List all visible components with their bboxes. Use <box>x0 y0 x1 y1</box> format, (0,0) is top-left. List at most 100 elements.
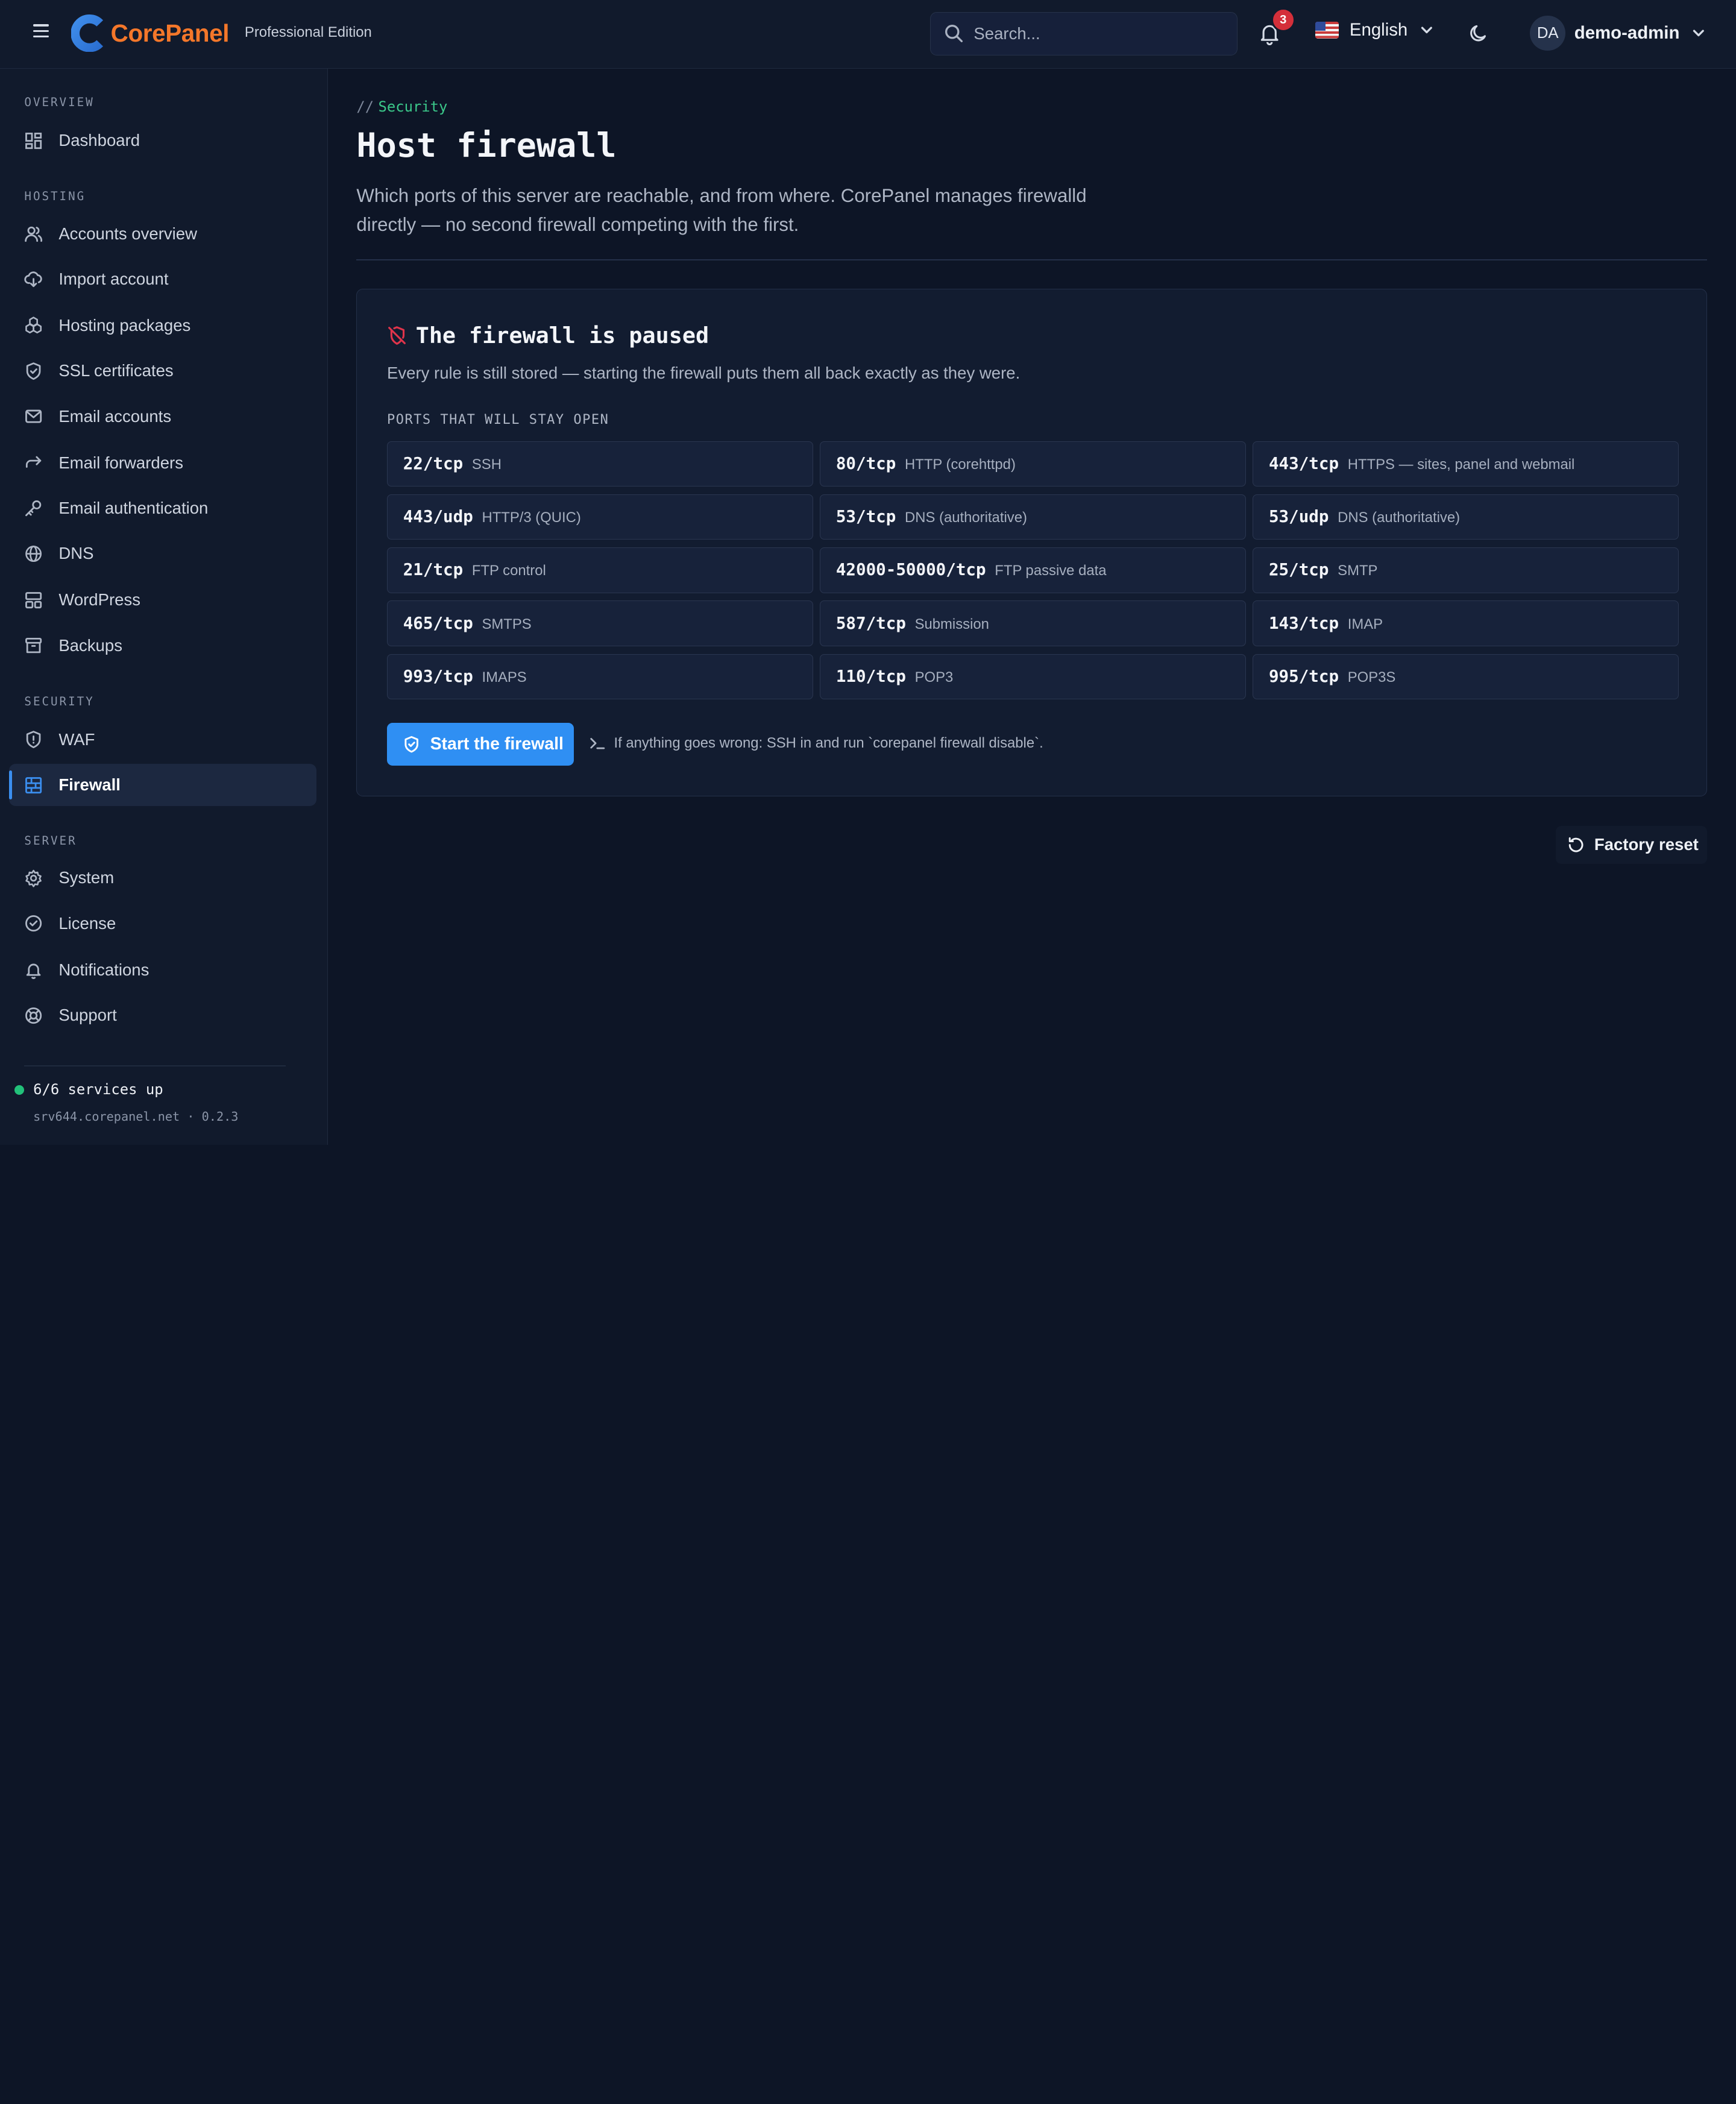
language-selector[interactable]: English <box>1315 20 1434 40</box>
port-service: Submission <box>914 616 989 632</box>
brand-name: CorePanel <box>110 19 230 47</box>
rotate-ccw-icon <box>1568 837 1583 852</box>
life-buoy-icon <box>25 1007 42 1024</box>
archive-icon <box>25 638 42 654</box>
gear-icon <box>25 869 42 887</box>
sidebar-item-notifications[interactable]: Notifications <box>9 949 317 991</box>
globe-icon <box>25 545 42 562</box>
layout-icon <box>25 591 42 608</box>
sidebar-item-support[interactable]: Support <box>9 994 317 1036</box>
sidebar-item-import-account[interactable]: Import account <box>9 258 317 300</box>
port-service: DNS (authoritative) <box>1338 509 1461 526</box>
sidebar-item-label: Email forwarders <box>58 453 183 472</box>
port-number: 53/tcp <box>835 507 896 527</box>
breadcrumb: //Security <box>356 98 447 115</box>
start-firewall-label: Start the firewall <box>430 734 564 754</box>
port-service: POP3S <box>1347 669 1396 685</box>
shield-check-icon <box>27 362 41 380</box>
sidebar-item-label: Email authentication <box>58 499 209 518</box>
factory-reset-button[interactable]: Factory reset <box>1555 826 1708 864</box>
moon-icon[interactable] <box>1468 22 1490 45</box>
sidebar-item-license[interactable]: License <box>9 902 317 945</box>
port-item: 22/tcp SSH <box>386 441 814 487</box>
sidebar-item-label: Support <box>58 1006 117 1025</box>
port-service: IMAPS <box>482 669 527 685</box>
sidebar-item-label: Firewall <box>58 775 121 795</box>
dashboard-icon <box>25 132 42 149</box>
port-service: HTTPS — sites, panel and webmail <box>1347 456 1575 473</box>
card-header: The firewall is paused <box>387 323 709 348</box>
sidebar-item-label: WAF <box>58 729 95 749</box>
sidebar-item-waf[interactable]: WAF <box>9 719 317 761</box>
cloud-download-icon <box>24 271 43 288</box>
port-item: 465/tcp SMTPS <box>386 600 814 646</box>
users-icon <box>25 226 43 242</box>
language-label: English <box>1349 20 1408 40</box>
sidebar-item-dns[interactable]: DNS <box>9 532 317 575</box>
port-service: SSH <box>471 456 502 473</box>
breadcrumb-section[interactable]: Security <box>378 98 447 115</box>
port-number: 587/tcp <box>835 613 906 633</box>
port-service: SMTPS <box>482 616 532 632</box>
search-input[interactable] <box>973 24 1218 44</box>
page-title: Host firewall <box>356 126 617 165</box>
sidebar-item-dashboard[interactable]: Dashboard <box>9 119 317 162</box>
edition-label: Professional Edition <box>244 24 372 41</box>
port-number: 465/tcp <box>403 613 473 633</box>
port-number: 993/tcp <box>403 666 473 686</box>
sidebar-item-firewall[interactable]: Firewall <box>8 764 317 807</box>
sidebar-item-wordpress[interactable]: WordPress <box>9 579 317 622</box>
sidebar-item-system[interactable]: System <box>9 857 317 899</box>
notification-count-badge: 3 <box>1271 7 1295 33</box>
sidebar-item-email-authentication[interactable]: Email authentication <box>9 487 317 529</box>
logo[interactable]: CorePanel <box>71 14 230 52</box>
port-service: POP3 <box>914 669 954 685</box>
port-number: 25/tcp <box>1268 560 1329 580</box>
mail-icon <box>25 409 42 423</box>
menu-icon[interactable] <box>29 21 53 45</box>
port-item: 42000-50000/tcp FTP passive data <box>820 547 1247 593</box>
start-firewall-button[interactable]: Start the firewall <box>386 722 574 766</box>
search-icon <box>945 25 963 43</box>
sidebar-item-ssl-certificates[interactable]: SSL certificates <box>9 350 317 392</box>
port-number: 443/tcp <box>1268 454 1339 474</box>
sidebar-item-label: Backups <box>58 635 122 655</box>
port-item: 21/tcp FTP control <box>386 547 814 593</box>
sidebar-item-backups[interactable]: Backups <box>9 625 317 667</box>
port-service: SMTP <box>1338 562 1378 579</box>
header-divider <box>356 259 1708 260</box>
ports-grid: 22/tcp SSH 80/tcp HTTP (corehttpd) 443/tcp… <box>386 441 1679 699</box>
sidebar-item-label: Email accounts <box>58 406 172 426</box>
sidebar-item-label: Hosting packages <box>58 315 191 335</box>
sidebar-item-hosting-packages[interactable]: Hosting packages <box>9 304 317 347</box>
brick-wall-icon <box>25 776 42 793</box>
port-number: 22/tcp <box>403 454 464 474</box>
card-title: The firewall is paused <box>415 323 709 349</box>
search-box[interactable] <box>929 12 1238 55</box>
user-menu[interactable]: DA demo-admin <box>1530 15 1706 51</box>
terminal-icon <box>590 737 605 749</box>
section-label-security: SECURITY <box>24 694 95 708</box>
port-number: 443/udp <box>403 507 473 527</box>
sidebar-item-label: Notifications <box>58 960 149 979</box>
port-number: 143/tcp <box>1268 613 1339 633</box>
recovery-hint-text: If anything goes wrong: SSH in and run `… <box>614 734 1043 751</box>
ports-label: PORTS THAT WILL STAY OPEN <box>386 412 609 428</box>
sidebar-item-email-accounts[interactable]: Email accounts <box>9 395 317 438</box>
sidebar-item-label: Dashboard <box>58 131 140 150</box>
logo-mark-icon <box>71 14 103 52</box>
port-service: FTP passive data <box>995 562 1107 579</box>
port-number: 21/tcp <box>403 560 464 580</box>
shield-check-icon <box>404 735 418 753</box>
firewall-status-card: The firewall is paused Every rule is sti… <box>356 289 1708 796</box>
sidebar-item-accounts-overview[interactable]: Accounts overview <box>9 213 317 255</box>
user-name: demo-admin <box>1574 23 1680 43</box>
chevron-down-icon <box>1693 30 1704 37</box>
port-service: HTTP/3 (QUIC) <box>482 509 581 526</box>
badge-check-icon <box>25 915 42 932</box>
port-item: 80/tcp HTTP (corehttpd) <box>820 441 1247 487</box>
sidebar-item-label: Import account <box>58 269 169 288</box>
sidebar-item-email-forwarders[interactable]: Email forwarders <box>9 442 317 484</box>
shield-off-icon <box>388 326 406 345</box>
sidebar-item-label: System <box>58 868 115 887</box>
